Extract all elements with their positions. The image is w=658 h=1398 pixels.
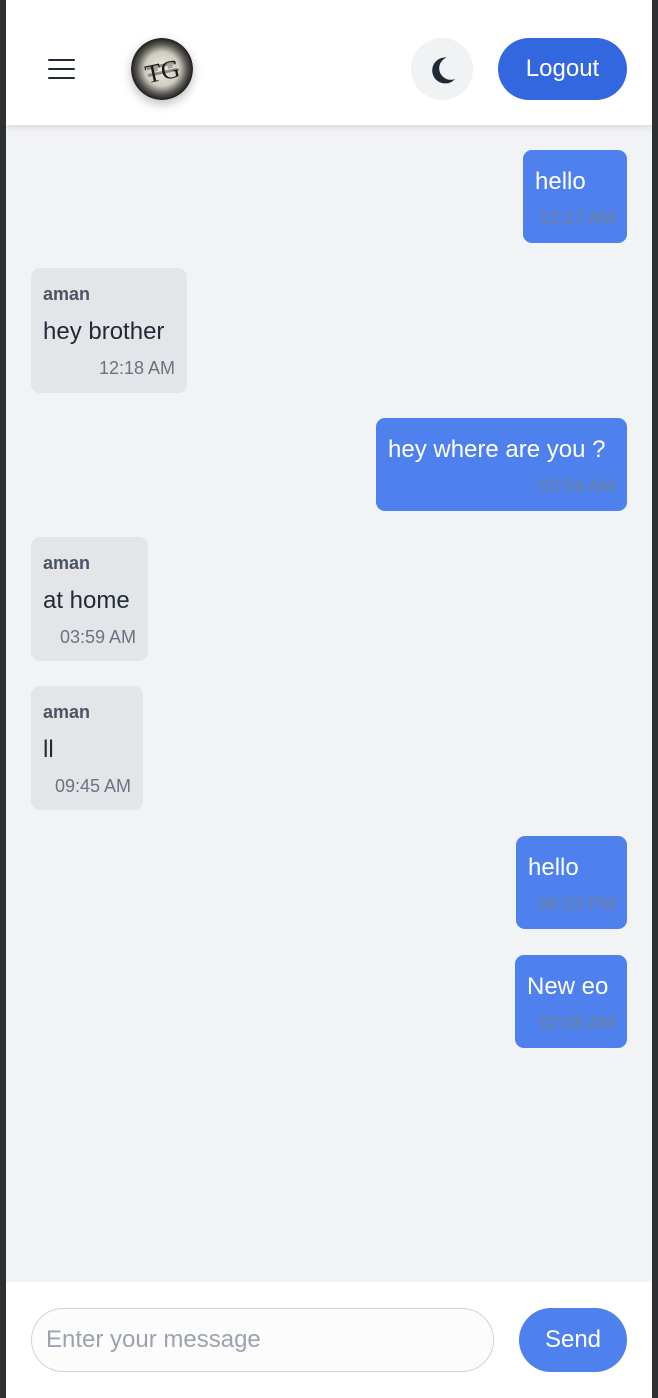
message-sender: aman: [43, 284, 91, 304]
message-time: 06:23 PM: [537, 894, 615, 914]
message-text: hello: [528, 854, 579, 881]
message-time: 09:45 AM: [54, 776, 131, 796]
logo-image: TG: [131, 38, 193, 100]
hamburger-menu-icon[interactable]: [46, 56, 78, 82]
message-bubble-incoming: aman at home 03:59 AM: [31, 537, 148, 661]
message-time: 03:59 AM: [538, 476, 615, 496]
message-text: hey where are you ?: [388, 436, 606, 463]
message-time: 03:59 AM: [59, 627, 136, 647]
message-text: ll: [43, 736, 54, 763]
message-text: at home: [43, 587, 130, 614]
message-composer: Send: [6, 1282, 652, 1398]
theme-toggle-button[interactable]: [411, 38, 473, 100]
chat-app: TG Logout hello 12:17 AM aman hey brothe…: [6, 0, 652, 1398]
message-time: 02:08 AM: [538, 1013, 615, 1033]
message-bubble-outgoing: hey where are you ? 03:59 AM: [376, 418, 627, 511]
top-bar: TG Logout: [6, 0, 652, 125]
message-sender: aman: [43, 553, 91, 573]
avatar: TG: [131, 38, 193, 100]
message-input[interactable]: [31, 1308, 494, 1372]
send-button[interactable]: Send: [519, 1308, 627, 1372]
moon-icon: [432, 57, 455, 84]
message-time: 12:17 AM: [538, 208, 615, 228]
message-bubble-outgoing: hello 12:17 AM: [523, 150, 627, 243]
message-text: hey brother: [43, 318, 165, 345]
logout-button[interactable]: Logout: [498, 38, 627, 100]
message-bubble-incoming: aman ll 09:45 AM: [31, 686, 143, 810]
message-bubble-outgoing: New eo 02:08 AM: [515, 955, 627, 1048]
message-bubble-incoming: aman hey brother 12:18 AM: [31, 268, 187, 393]
message-time: 12:18 AM: [98, 358, 175, 378]
message-sender: aman: [43, 702, 91, 722]
message-text: New eo: [527, 973, 609, 1000]
message-bubble-outgoing: hello 06:23 PM: [516, 836, 627, 929]
message-text: hello: [535, 168, 586, 195]
